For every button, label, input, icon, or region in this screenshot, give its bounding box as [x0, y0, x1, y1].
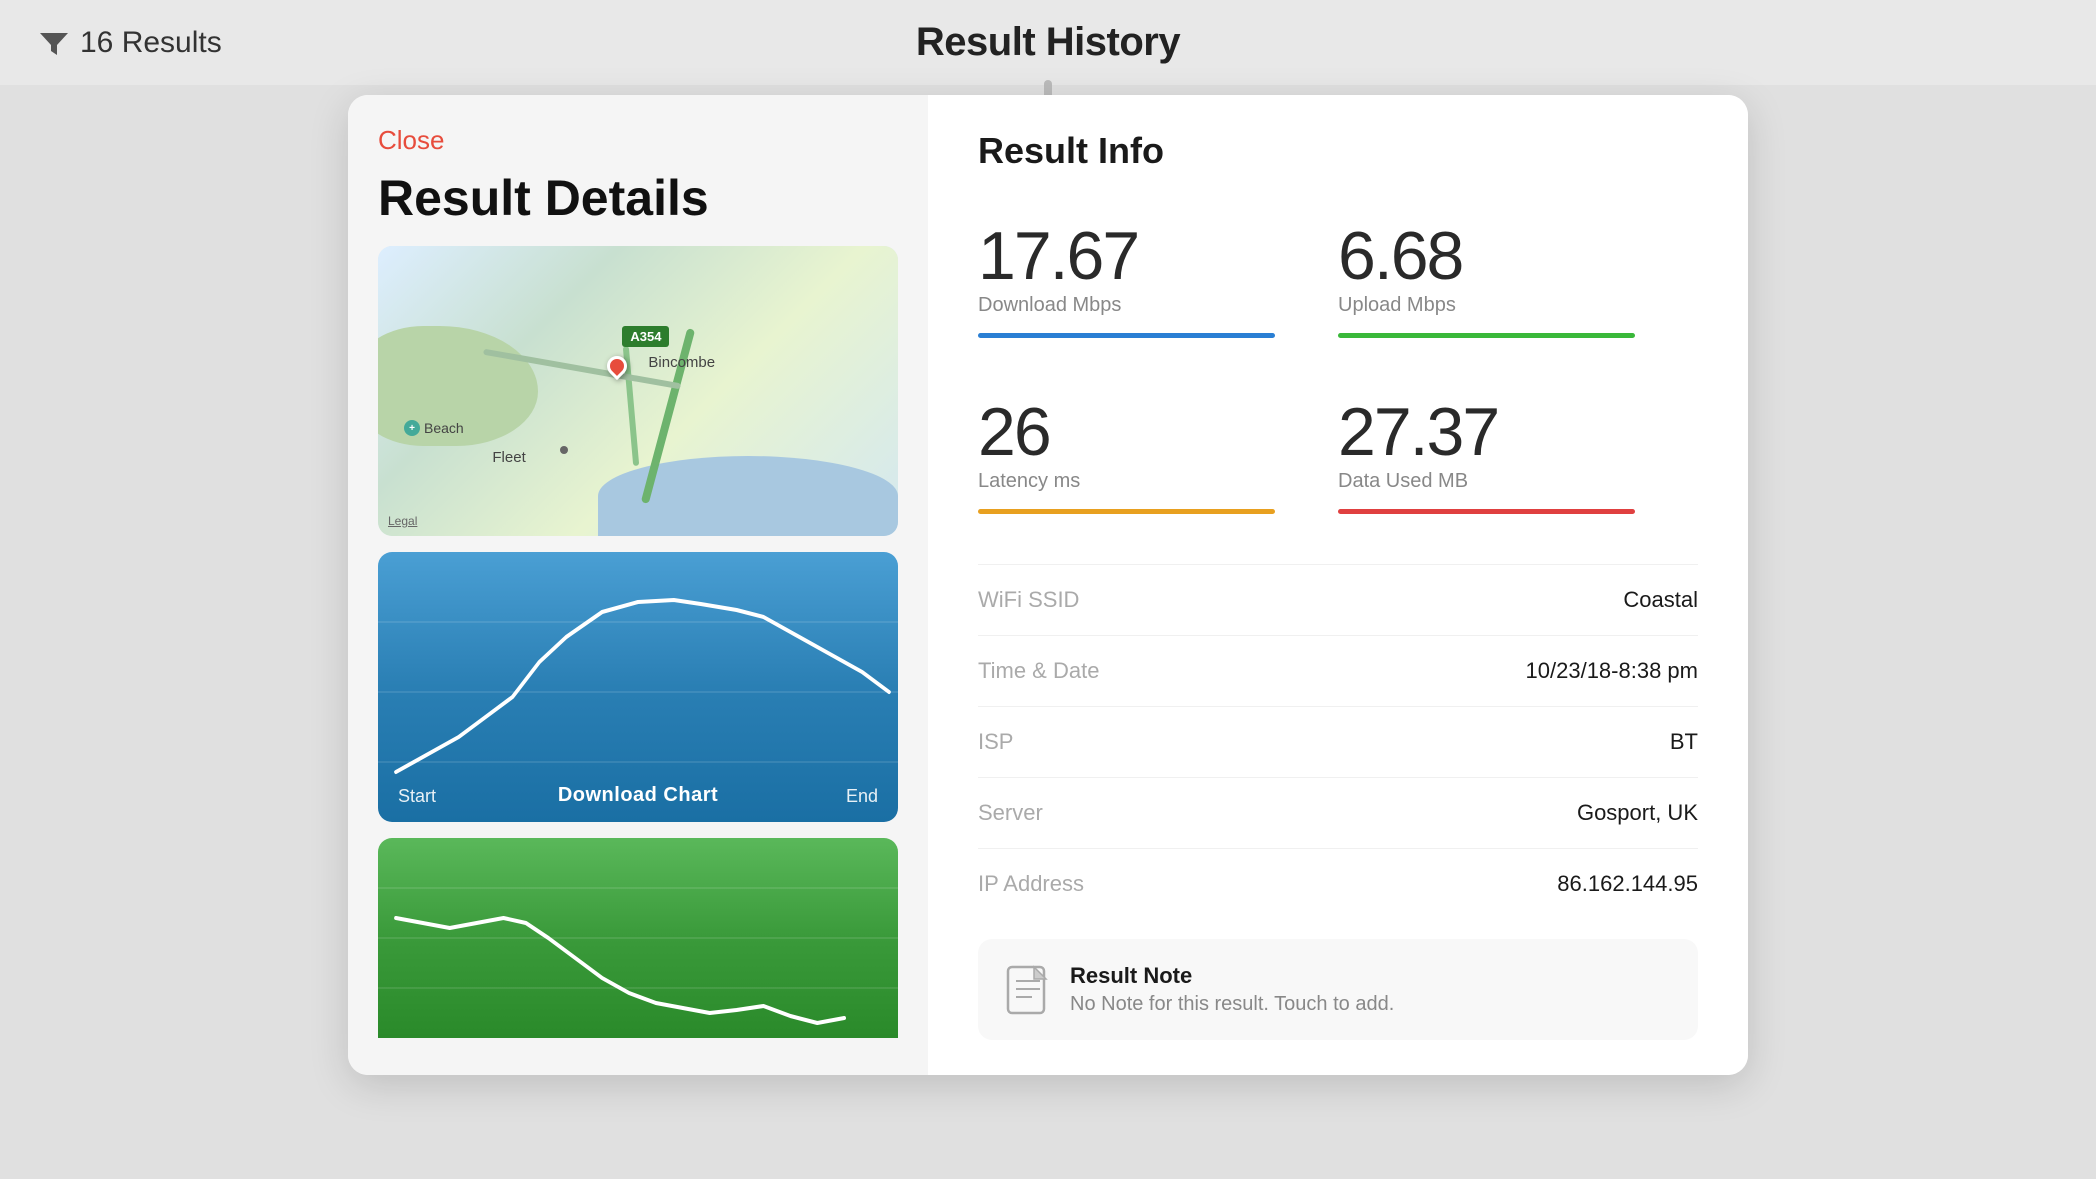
stat-upload-label: Upload Mbps	[1338, 294, 1668, 317]
map-pin	[607, 356, 627, 384]
stat-download-label: Download Mbps	[978, 294, 1308, 317]
info-row-wifi: WiFi SSID Coastal	[978, 564, 1698, 635]
map-container: A354 Bincombe Fleet + Beach Legal	[378, 246, 898, 536]
map-label-fleet: Fleet	[492, 449, 525, 466]
info-value-server: Gosport, UK	[1577, 800, 1698, 826]
chart-end-label: End	[846, 786, 878, 807]
stat-data-used-value: 27.37	[1338, 398, 1668, 466]
download-chart-svg	[378, 552, 898, 822]
info-row-server: Server Gosport, UK	[978, 777, 1698, 848]
upload-chart-svg	[378, 838, 898, 1038]
map-road-sign: A354	[622, 326, 669, 347]
map-beach-text: Beach	[424, 420, 464, 436]
map-legal-link[interactable]: Legal	[388, 514, 417, 528]
chart-start-label: Start	[398, 786, 436, 807]
stat-data-used-label: Data Used MB	[1338, 470, 1668, 493]
map-dot-fleet	[560, 446, 568, 454]
stat-data-used: 27.37 Data Used MB	[1338, 378, 1698, 554]
upload-chart-container	[378, 838, 898, 1038]
chart-title-label: Download Chart	[558, 784, 718, 807]
info-value-wifi: Coastal	[1623, 587, 1698, 613]
stat-latency-value: 26	[978, 398, 1308, 466]
stat-latency: 26 Latency ms	[978, 378, 1338, 554]
result-info-title: Result Info	[978, 130, 1698, 172]
modal-container: Close Result Details A354 Binco	[348, 95, 1748, 1075]
stat-download: 17.67 Download Mbps	[978, 202, 1338, 378]
info-label-date: Time & Date	[978, 658, 1099, 684]
info-value-ip: 86.162.144.95	[1557, 871, 1698, 897]
result-details-title: Result Details	[378, 171, 898, 226]
stat-latency-bar	[978, 509, 1275, 514]
close-button[interactable]: Close	[378, 125, 444, 156]
note-title: Result Note	[1070, 963, 1394, 989]
info-label-ip: IP Address	[978, 871, 1084, 897]
map-label-bincombe: Bincombe	[648, 354, 715, 371]
stat-upload: 6.68 Upload Mbps	[1338, 202, 1698, 378]
right-panel: Result Info 17.67 Download Mbps 6.68 Upl…	[928, 95, 1748, 1075]
stat-download-bar	[978, 333, 1275, 338]
stat-download-value: 17.67	[978, 222, 1308, 290]
result-note[interactable]: Result Note No Note for this result. Tou…	[978, 939, 1698, 1040]
stat-upload-bar	[1338, 333, 1635, 338]
stat-upload-value: 6.68	[1338, 222, 1668, 290]
info-row-ip: IP Address 86.162.144.95	[978, 848, 1698, 919]
map-pin-circle	[603, 352, 631, 380]
page-title: Result History	[916, 20, 1180, 65]
info-row-date: Time & Date 10/23/18-8:38 pm	[978, 635, 1698, 706]
note-document-icon	[1006, 965, 1050, 1015]
filter-icon	[40, 29, 68, 57]
results-count: 16 Results	[80, 26, 222, 60]
map-label-beach: + Beach	[404, 420, 464, 436]
info-value-date: 10/23/18-8:38 pm	[1526, 658, 1698, 684]
info-row-isp: ISP BT	[978, 706, 1698, 777]
info-label-server: Server	[978, 800, 1043, 826]
info-value-isp: BT	[1670, 729, 1698, 755]
stats-grid: 17.67 Download Mbps 6.68 Upload Mbps 26 …	[978, 202, 1698, 554]
filter-area: 16 Results	[40, 26, 222, 60]
stat-latency-label: Latency ms	[978, 470, 1308, 493]
top-bar: 16 Results Result History	[0, 0, 2096, 85]
map-beach-icon: +	[404, 420, 420, 436]
map-background: A354 Bincombe Fleet + Beach Legal	[378, 246, 898, 536]
note-text: No Note for this result. Touch to add.	[1070, 993, 1394, 1016]
info-rows: WiFi SSID Coastal Time & Date 10/23/18-8…	[978, 564, 1698, 919]
info-label-isp: ISP	[978, 729, 1013, 755]
left-panel: Close Result Details A354 Binco	[348, 95, 928, 1075]
note-content: Result Note No Note for this result. Tou…	[1070, 963, 1394, 1016]
info-label-wifi: WiFi SSID	[978, 587, 1079, 613]
download-chart-container: Start Download Chart End	[378, 552, 898, 822]
stat-data-used-bar	[1338, 509, 1635, 514]
